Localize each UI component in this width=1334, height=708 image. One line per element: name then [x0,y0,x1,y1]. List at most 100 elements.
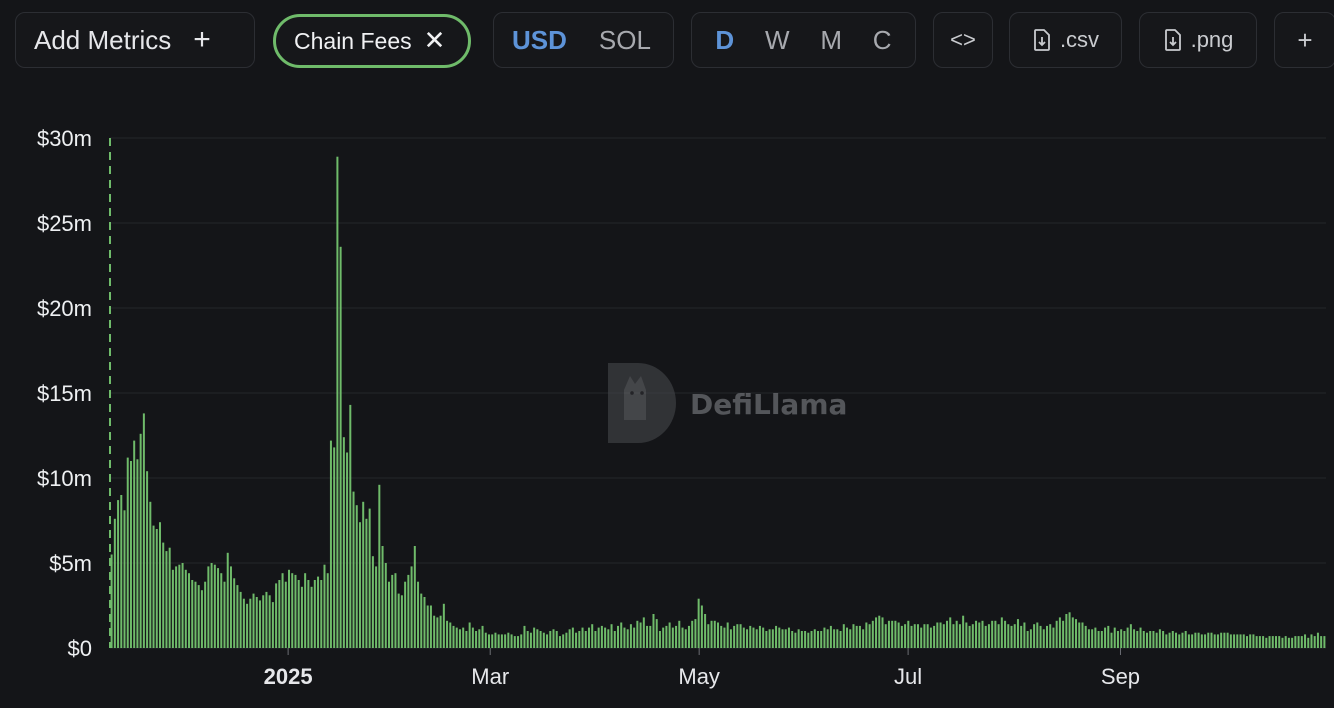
bar[interactable] [155,529,158,648]
bar[interactable] [558,636,561,648]
bar[interactable] [181,563,184,648]
bar[interactable] [813,629,816,648]
bar[interactable] [784,629,787,648]
bar[interactable] [958,624,961,648]
bar[interactable] [642,617,645,648]
bar[interactable] [591,624,594,648]
bar[interactable] [846,627,849,648]
bar[interactable] [697,598,700,648]
bar[interactable] [329,440,332,648]
bar[interactable] [517,636,520,648]
bar[interactable] [323,564,326,648]
bar[interactable] [639,622,642,649]
bar[interactable] [710,620,713,648]
bar[interactable] [1204,634,1207,648]
bar[interactable] [758,625,761,648]
bar[interactable] [1055,620,1058,648]
bar[interactable] [429,605,432,649]
bar[interactable] [1023,622,1026,649]
bar[interactable] [1291,637,1294,648]
bar[interactable] [123,510,126,648]
bar[interactable] [281,573,284,648]
bar[interactable] [852,624,855,648]
bar[interactable] [575,632,578,648]
bar[interactable] [610,624,613,648]
bar[interactable] [668,622,671,649]
bar[interactable] [394,573,397,648]
bar[interactable] [800,631,803,648]
bar[interactable] [665,625,668,648]
bar[interactable] [352,491,355,648]
bar[interactable] [446,620,449,648]
bar[interactable] [1126,627,1129,648]
bar[interactable] [1075,619,1078,648]
bar[interactable] [1091,629,1094,648]
bar[interactable] [1145,632,1148,648]
bar[interactable] [1039,625,1042,648]
bar[interactable] [152,525,155,648]
bar[interactable] [1104,627,1107,648]
bar[interactable] [1239,634,1242,648]
bar[interactable] [1062,620,1065,648]
bar[interactable] [733,625,736,648]
bar[interactable] [413,546,416,648]
bar[interactable] [723,627,726,648]
bar[interactable] [694,619,697,648]
bar[interactable] [762,627,765,648]
bar[interactable] [652,614,655,648]
bar[interactable] [1323,636,1326,648]
bar[interactable] [891,620,894,648]
bar[interactable] [304,573,307,648]
bar[interactable] [962,615,965,648]
bar[interactable] [833,629,836,648]
bar[interactable] [1000,617,1003,648]
bar[interactable] [423,597,426,648]
bar[interactable] [1029,629,1032,648]
bar[interactable] [120,495,123,648]
bar[interactable] [939,622,942,649]
bar[interactable] [955,620,958,648]
bar[interactable] [384,563,387,648]
bar[interactable] [997,624,1000,648]
bar[interactable] [271,602,274,648]
bar[interactable] [133,440,136,648]
bar[interactable] [526,631,529,648]
bar[interactable] [1149,631,1152,648]
bar[interactable] [465,631,468,648]
bar[interactable] [1087,629,1090,648]
bar[interactable] [146,471,149,648]
bar[interactable] [426,605,429,649]
bar[interactable] [1320,636,1323,648]
bar[interactable] [449,622,452,649]
bar[interactable] [868,624,871,648]
bar[interactable] [626,629,629,648]
bar[interactable] [349,404,352,648]
bar[interactable] [1139,627,1142,648]
bar[interactable] [275,583,278,648]
bar[interactable] [207,566,210,648]
bar[interactable] [1049,624,1052,648]
bar[interactable] [249,598,252,648]
bar[interactable] [178,564,181,648]
bar[interactable] [600,625,603,648]
bar[interactable] [320,580,323,648]
bar[interactable] [1175,632,1178,648]
bar[interactable] [1013,624,1016,648]
bar[interactable] [336,156,339,648]
bar[interactable] [617,625,620,648]
bar[interactable] [578,631,581,648]
bar[interactable] [658,631,661,648]
bar[interactable] [984,625,987,648]
bar[interactable] [1110,632,1113,648]
bar[interactable] [491,634,494,648]
bar[interactable] [1255,636,1258,648]
bar[interactable] [487,634,490,648]
bar[interactable] [975,620,978,648]
bar[interactable] [936,622,939,649]
bar[interactable] [1155,632,1158,648]
bar[interactable] [755,629,758,648]
bar[interactable] [594,631,597,648]
bar[interactable] [807,632,810,648]
bar[interactable] [907,620,910,648]
bar[interactable] [1116,631,1119,648]
